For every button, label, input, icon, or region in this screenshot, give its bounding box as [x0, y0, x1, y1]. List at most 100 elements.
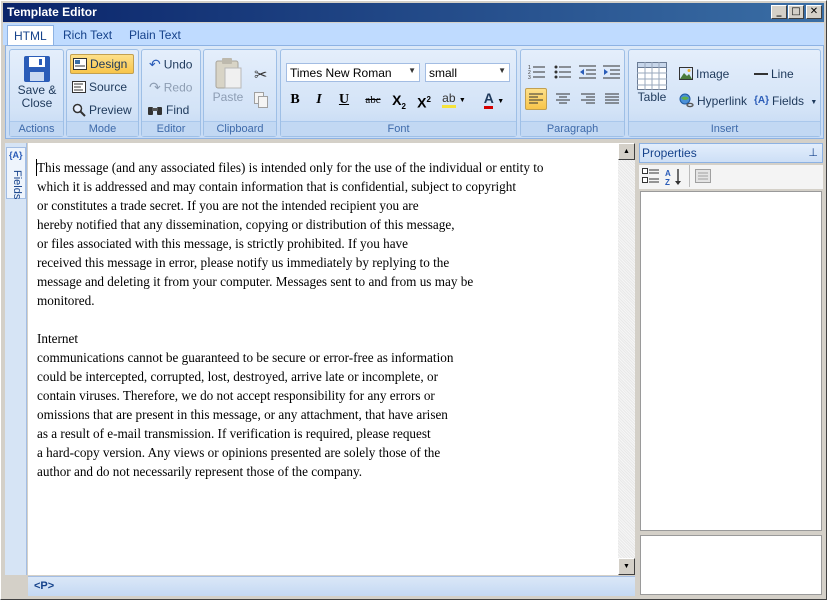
tab-html[interactable]: HTML: [7, 25, 54, 46]
source-mode-button[interactable]: Source: [72, 79, 127, 94]
window-title: Template Editor: [7, 5, 97, 19]
bullet-list-icon[interactable]: [554, 64, 572, 80]
horizontal-line-icon: [754, 72, 768, 75]
sort-az-icon: AZ: [665, 169, 681, 187]
find-button[interactable]: Find: [147, 102, 189, 117]
ribbon: Save & Close Actions Design Source Previ…: [5, 45, 824, 139]
scroll-down-button[interactable]: ▼: [618, 558, 635, 575]
group-label-actions: Actions: [10, 121, 63, 136]
numbered-list-icon[interactable]: 123: [528, 64, 546, 80]
bold-icon: B: [290, 92, 300, 107]
document-line: hereby notified that any dissemination, …: [37, 217, 455, 232]
property-pages-button[interactable]: [695, 169, 713, 185]
image-icon: [679, 67, 693, 81]
bold-button[interactable]: B: [285, 90, 305, 110]
table-label: Table: [637, 90, 667, 104]
alphabetical-button[interactable]: AZ: [665, 168, 685, 187]
document-text[interactable]: This message (and any associated files) …: [37, 158, 544, 481]
arrow-down-icon: ▼: [623, 563, 630, 570]
design-icon: [73, 57, 87, 70]
paste-label: Paste: [212, 90, 244, 104]
close-button[interactable]: ✕: [806, 5, 822, 19]
document-line: omissions that are present in this messa…: [37, 407, 448, 422]
font-name-select[interactable]: Times New Roman ▼: [286, 63, 420, 82]
document-line: could be intercepted, corrupted, lost, d…: [37, 369, 438, 384]
document-line: which it is addressed and may contain in…: [37, 179, 517, 194]
insert-line-button[interactable]: Line: [754, 66, 794, 81]
property-grid[interactable]: [640, 191, 822, 531]
vertical-scrollbar[interactable]: ▲ ▼: [618, 143, 635, 575]
document-line: or files associated with this message, i…: [37, 236, 409, 251]
categorized-button[interactable]: [642, 168, 662, 186]
redo-icon: ↷: [149, 79, 161, 95]
minimize-button[interactable]: _: [771, 5, 787, 19]
binoculars-icon: [148, 106, 162, 115]
outdent-icon[interactable]: [579, 64, 597, 80]
group-editor: ↶ Undo ↷ Redo Find Editor: [141, 49, 201, 137]
properties-header: Properties ⊥: [639, 143, 823, 163]
tab-label: Rich Text: [63, 28, 113, 42]
chevron-down-icon: ▼: [498, 66, 506, 75]
chevron-down-icon: ▼: [408, 66, 416, 75]
pin-icon[interactable]: ⊥: [808, 146, 818, 159]
preview-mode-button[interactable]: Preview: [72, 102, 132, 117]
group-clipboard: Paste ✂ Clipboard: [203, 49, 277, 137]
current-tag[interactable]: <P>: [34, 580, 54, 592]
subscript-button[interactable]: X2: [389, 90, 409, 111]
document-line: or constitutes a trade secret. If you ar…: [37, 198, 419, 213]
fields-icon: {A}: [9, 150, 23, 160]
tab-plain-text[interactable]: Plain Text: [123, 25, 187, 46]
minimize-icon: _: [776, 6, 782, 17]
indent-icon[interactable]: [603, 64, 621, 80]
insert-image-button[interactable]: Image: [679, 66, 729, 81]
superscript-button[interactable]: X2: [414, 90, 434, 111]
insert-table-button[interactable]: Table: [635, 62, 669, 104]
magnifier-icon: [72, 103, 86, 117]
preview-label: Preview: [89, 102, 132, 117]
maximize-button[interactable]: □: [788, 5, 804, 19]
font-color-button[interactable]: A ▼: [478, 88, 510, 109]
tab-label: HTML: [14, 29, 47, 43]
cut-button[interactable]: ✂: [254, 65, 267, 85]
redo-label: Redo: [163, 80, 193, 95]
design-label: Design: [90, 56, 128, 71]
group-actions: Save & Close Actions: [9, 49, 64, 137]
design-mode-button[interactable]: Design: [70, 54, 134, 74]
group-mode: Design Source Preview Mode: [66, 49, 139, 137]
insert-hyperlink-button[interactable]: Hyperlink: [679, 93, 747, 108]
italic-button[interactable]: I: [309, 90, 329, 110]
scroll-up-button[interactable]: ▲: [618, 143, 635, 160]
svg-text:Z: Z: [665, 178, 670, 186]
redo-button[interactable]: ↷ Redo: [149, 79, 192, 96]
paste-button[interactable]: Paste: [208, 56, 248, 104]
document-line: as a result of e-mail transmission. If v…: [37, 426, 431, 441]
arrow-up-icon: ▲: [623, 148, 630, 155]
underline-button[interactable]: U: [334, 90, 354, 110]
group-label-font: Font: [281, 121, 516, 136]
editor-area[interactable]: This message (and any associated files) …: [28, 143, 618, 575]
highlight-button[interactable]: ab ▼: [439, 88, 469, 108]
highlight-icon: ab: [442, 91, 456, 108]
copy-button[interactable]: [254, 92, 268, 111]
undo-button[interactable]: ↶ Undo: [149, 56, 192, 73]
save-close-button[interactable]: Save & Close: [15, 54, 59, 110]
scissors-icon: ✂: [254, 67, 268, 84]
chevron-down-icon: ▼: [458, 97, 466, 104]
justify-icon[interactable]: [605, 92, 619, 106]
italic-icon: I: [316, 92, 322, 107]
toolbar-separator: [689, 165, 690, 187]
fields-tab[interactable]: {A} Fields: [6, 147, 26, 199]
strikethrough-button[interactable]: abc: [361, 90, 385, 110]
align-center-icon[interactable]: [556, 92, 570, 106]
line-label: Line: [771, 66, 794, 81]
insert-fields-button[interactable]: {A} Fields ▼: [754, 93, 817, 108]
align-left-button[interactable]: [525, 88, 547, 110]
group-label-paragraph: Paragraph: [521, 121, 624, 136]
align-right-icon[interactable]: [581, 92, 595, 106]
tab-rich-text[interactable]: Rich Text: [57, 25, 118, 46]
font-color-icon: A: [483, 90, 494, 109]
font-size-select[interactable]: small ▼: [425, 63, 510, 82]
hyperlink-label: Hyperlink: [697, 93, 748, 108]
undo-label: Undo: [163, 57, 193, 72]
